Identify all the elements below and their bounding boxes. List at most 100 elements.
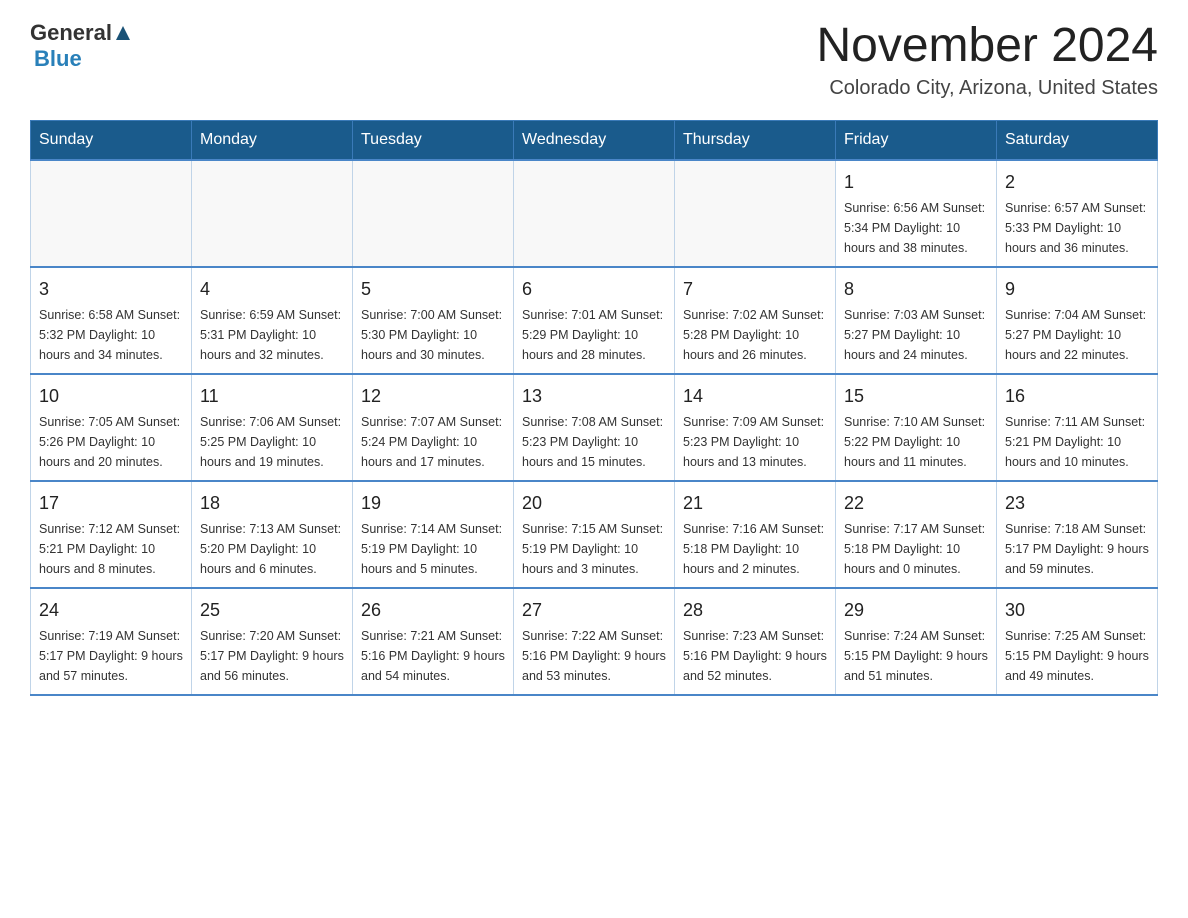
day-info: Sunrise: 7:17 AM Sunset: 5:18 PM Dayligh… [844, 519, 988, 579]
calendar-cell: 8Sunrise: 7:03 AM Sunset: 5:27 PM Daylig… [836, 267, 997, 374]
day-info: Sunrise: 7:14 AM Sunset: 5:19 PM Dayligh… [361, 519, 505, 579]
day-number: 3 [39, 276, 183, 303]
month-title: November 2024 [816, 20, 1158, 73]
day-number: 25 [200, 597, 344, 624]
logo-general-text: General [30, 20, 112, 46]
calendar-cell: 21Sunrise: 7:16 AM Sunset: 5:18 PM Dayli… [675, 481, 836, 588]
day-number: 4 [200, 276, 344, 303]
day-info: Sunrise: 7:07 AM Sunset: 5:24 PM Dayligh… [361, 412, 505, 472]
calendar-cell: 5Sunrise: 7:00 AM Sunset: 5:30 PM Daylig… [353, 267, 514, 374]
day-number: 27 [522, 597, 666, 624]
day-header-sunday: Sunday [31, 120, 192, 160]
calendar-cell: 2Sunrise: 6:57 AM Sunset: 5:33 PM Daylig… [997, 160, 1158, 267]
day-number: 5 [361, 276, 505, 303]
calendar-cell: 22Sunrise: 7:17 AM Sunset: 5:18 PM Dayli… [836, 481, 997, 588]
day-number: 13 [522, 383, 666, 410]
calendar-cell: 1Sunrise: 6:56 AM Sunset: 5:34 PM Daylig… [836, 160, 997, 267]
day-info: Sunrise: 7:25 AM Sunset: 5:15 PM Dayligh… [1005, 626, 1149, 686]
calendar-cell [192, 160, 353, 267]
day-info: Sunrise: 6:57 AM Sunset: 5:33 PM Dayligh… [1005, 198, 1149, 258]
calendar-cell: 12Sunrise: 7:07 AM Sunset: 5:24 PM Dayli… [353, 374, 514, 481]
calendar-cell: 28Sunrise: 7:23 AM Sunset: 5:16 PM Dayli… [675, 588, 836, 695]
calendar-table: SundayMondayTuesdayWednesdayThursdayFrid… [30, 120, 1158, 696]
calendar-header-row: SundayMondayTuesdayWednesdayThursdayFrid… [31, 120, 1158, 160]
day-number: 16 [1005, 383, 1149, 410]
calendar-cell: 26Sunrise: 7:21 AM Sunset: 5:16 PM Dayli… [353, 588, 514, 695]
day-header-saturday: Saturday [997, 120, 1158, 160]
day-info: Sunrise: 7:06 AM Sunset: 5:25 PM Dayligh… [200, 412, 344, 472]
calendar-cell: 15Sunrise: 7:10 AM Sunset: 5:22 PM Dayli… [836, 374, 997, 481]
day-number: 26 [361, 597, 505, 624]
day-number: 22 [844, 490, 988, 517]
day-info: Sunrise: 6:59 AM Sunset: 5:31 PM Dayligh… [200, 305, 344, 365]
day-info: Sunrise: 7:11 AM Sunset: 5:21 PM Dayligh… [1005, 412, 1149, 472]
calendar-week-row: 3Sunrise: 6:58 AM Sunset: 5:32 PM Daylig… [31, 267, 1158, 374]
day-number: 15 [844, 383, 988, 410]
calendar-cell [675, 160, 836, 267]
day-info: Sunrise: 7:12 AM Sunset: 5:21 PM Dayligh… [39, 519, 183, 579]
calendar-week-row: 24Sunrise: 7:19 AM Sunset: 5:17 PM Dayli… [31, 588, 1158, 695]
day-number: 19 [361, 490, 505, 517]
day-number: 1 [844, 169, 988, 196]
calendar-cell: 14Sunrise: 7:09 AM Sunset: 5:23 PM Dayli… [675, 374, 836, 481]
day-info: Sunrise: 7:04 AM Sunset: 5:27 PM Dayligh… [1005, 305, 1149, 365]
day-info: Sunrise: 7:24 AM Sunset: 5:15 PM Dayligh… [844, 626, 988, 686]
day-number: 21 [683, 490, 827, 517]
day-number: 9 [1005, 276, 1149, 303]
day-info: Sunrise: 7:02 AM Sunset: 5:28 PM Dayligh… [683, 305, 827, 365]
day-number: 30 [1005, 597, 1149, 624]
day-info: Sunrise: 7:22 AM Sunset: 5:16 PM Dayligh… [522, 626, 666, 686]
day-info: Sunrise: 7:13 AM Sunset: 5:20 PM Dayligh… [200, 519, 344, 579]
day-number: 6 [522, 276, 666, 303]
day-number: 7 [683, 276, 827, 303]
day-number: 14 [683, 383, 827, 410]
title-area: November 2024 Colorado City, Arizona, Un… [816, 20, 1158, 100]
day-header-wednesday: Wednesday [514, 120, 675, 160]
calendar-cell [514, 160, 675, 267]
day-info: Sunrise: 7:05 AM Sunset: 5:26 PM Dayligh… [39, 412, 183, 472]
day-info: Sunrise: 6:56 AM Sunset: 5:34 PM Dayligh… [844, 198, 988, 258]
calendar-cell: 20Sunrise: 7:15 AM Sunset: 5:19 PM Dayli… [514, 481, 675, 588]
day-header-tuesday: Tuesday [353, 120, 514, 160]
calendar-cell: 4Sunrise: 6:59 AM Sunset: 5:31 PM Daylig… [192, 267, 353, 374]
calendar-cell: 23Sunrise: 7:18 AM Sunset: 5:17 PM Dayli… [997, 481, 1158, 588]
day-number: 10 [39, 383, 183, 410]
calendar-cell: 18Sunrise: 7:13 AM Sunset: 5:20 PM Dayli… [192, 481, 353, 588]
day-info: Sunrise: 7:18 AM Sunset: 5:17 PM Dayligh… [1005, 519, 1149, 579]
day-info: Sunrise: 7:21 AM Sunset: 5:16 PM Dayligh… [361, 626, 505, 686]
calendar-cell: 3Sunrise: 6:58 AM Sunset: 5:32 PM Daylig… [31, 267, 192, 374]
day-info: Sunrise: 7:15 AM Sunset: 5:19 PM Dayligh… [522, 519, 666, 579]
day-number: 24 [39, 597, 183, 624]
day-info: Sunrise: 7:20 AM Sunset: 5:17 PM Dayligh… [200, 626, 344, 686]
day-info: Sunrise: 7:23 AM Sunset: 5:16 PM Dayligh… [683, 626, 827, 686]
day-number: 29 [844, 597, 988, 624]
logo: General Blue [30, 20, 134, 72]
logo-blue-text: Blue [34, 46, 82, 72]
day-number: 2 [1005, 169, 1149, 196]
day-number: 8 [844, 276, 988, 303]
day-info: Sunrise: 7:10 AM Sunset: 5:22 PM Dayligh… [844, 412, 988, 472]
calendar-cell: 17Sunrise: 7:12 AM Sunset: 5:21 PM Dayli… [31, 481, 192, 588]
day-header-monday: Monday [192, 120, 353, 160]
day-info: Sunrise: 7:09 AM Sunset: 5:23 PM Dayligh… [683, 412, 827, 472]
day-info: Sunrise: 6:58 AM Sunset: 5:32 PM Dayligh… [39, 305, 183, 365]
location-title: Colorado City, Arizona, United States [816, 77, 1158, 100]
calendar-cell: 13Sunrise: 7:08 AM Sunset: 5:23 PM Dayli… [514, 374, 675, 481]
calendar-cell: 9Sunrise: 7:04 AM Sunset: 5:27 PM Daylig… [997, 267, 1158, 374]
calendar-cell: 10Sunrise: 7:05 AM Sunset: 5:26 PM Dayli… [31, 374, 192, 481]
calendar-cell [31, 160, 192, 267]
calendar-cell: 16Sunrise: 7:11 AM Sunset: 5:21 PM Dayli… [997, 374, 1158, 481]
calendar-week-row: 17Sunrise: 7:12 AM Sunset: 5:21 PM Dayli… [31, 481, 1158, 588]
calendar-cell: 27Sunrise: 7:22 AM Sunset: 5:16 PM Dayli… [514, 588, 675, 695]
day-header-friday: Friday [836, 120, 997, 160]
day-header-thursday: Thursday [675, 120, 836, 160]
day-info: Sunrise: 7:08 AM Sunset: 5:23 PM Dayligh… [522, 412, 666, 472]
day-number: 12 [361, 383, 505, 410]
calendar-week-row: 1Sunrise: 6:56 AM Sunset: 5:34 PM Daylig… [31, 160, 1158, 267]
day-number: 28 [683, 597, 827, 624]
calendar-cell: 19Sunrise: 7:14 AM Sunset: 5:19 PM Dayli… [353, 481, 514, 588]
day-info: Sunrise: 7:19 AM Sunset: 5:17 PM Dayligh… [39, 626, 183, 686]
logo-triangle-icon [112, 22, 134, 44]
calendar-cell [353, 160, 514, 267]
day-number: 11 [200, 383, 344, 410]
